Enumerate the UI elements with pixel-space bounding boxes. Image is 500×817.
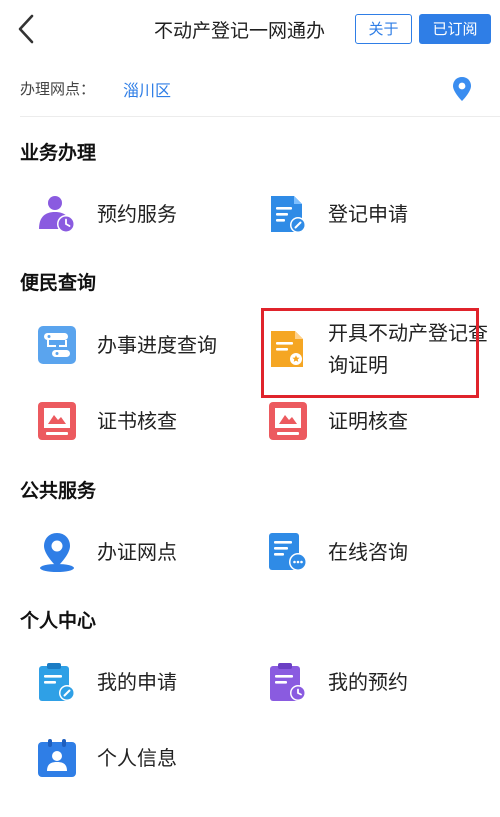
- item-label: 我的申请: [97, 670, 177, 694]
- clipboard-edit-icon: [39, 663, 75, 701]
- item-label: 预约服务: [97, 202, 177, 226]
- highlight-box: [261, 308, 479, 398]
- map-pin-icon: [40, 533, 74, 572]
- subscribed-button[interactable]: 已订阅: [419, 14, 491, 44]
- online-consult-item[interactable]: 在线咨询: [268, 524, 408, 580]
- location-pin-icon[interactable]: [452, 76, 472, 102]
- location-value[interactable]: 淄川区: [123, 77, 171, 101]
- appointment-service-item[interactable]: 预约服务: [37, 186, 177, 242]
- item-label: 办证网点: [97, 540, 177, 564]
- my-applications-item[interactable]: 我的申请: [37, 654, 177, 710]
- page-title: 不动产登记一网通办: [154, 20, 326, 42]
- item-label: 证明核查: [328, 409, 408, 433]
- location-label: 办理网点：: [20, 80, 96, 98]
- appointment-person-icon: [39, 196, 75, 233]
- item-label: 办事进度查询: [97, 333, 217, 357]
- certificate-check-item[interactable]: 证书核查: [37, 393, 177, 449]
- about-button[interactable]: 关于: [355, 14, 412, 44]
- item-label: 我的预约: [328, 670, 408, 694]
- item-label: 证书核查: [97, 409, 177, 433]
- service-location-bar[interactable]: 办理网点： 淄川区: [0, 70, 500, 110]
- service-outlet-item[interactable]: 办证网点: [37, 524, 177, 580]
- certificate-check-icon: [38, 402, 76, 440]
- registration-application-item[interactable]: 登记申请: [268, 186, 408, 242]
- back-arrow-icon[interactable]: [12, 12, 44, 46]
- section-title-business: 业务办理: [20, 142, 97, 164]
- personal-info-item[interactable]: 个人信息: [37, 730, 177, 786]
- my-appointments-item[interactable]: 我的预约: [268, 654, 408, 710]
- progress-query-item[interactable]: 办事进度查询: [37, 317, 217, 373]
- section-title-public: 公共服务: [20, 480, 97, 502]
- item-label: 个人信息: [97, 746, 177, 770]
- section-title-query: 便民查询: [20, 272, 97, 294]
- top-bar: 不动产登记一网通办 关于 已订阅: [0, 0, 500, 58]
- clipboard-clock-icon: [270, 663, 306, 701]
- progress-flow-icon: [38, 326, 76, 364]
- item-label: 登记申请: [328, 202, 408, 226]
- item-label: 在线咨询: [328, 540, 408, 564]
- section-title-personal: 个人中心: [20, 610, 97, 632]
- divider: [20, 116, 500, 117]
- document-edit-icon: [271, 196, 306, 233]
- chat-document-icon: [269, 533, 307, 571]
- proof-check-item[interactable]: 证明核查: [268, 393, 408, 449]
- proof-check-icon: [269, 402, 307, 440]
- id-card-icon: [38, 739, 76, 777]
